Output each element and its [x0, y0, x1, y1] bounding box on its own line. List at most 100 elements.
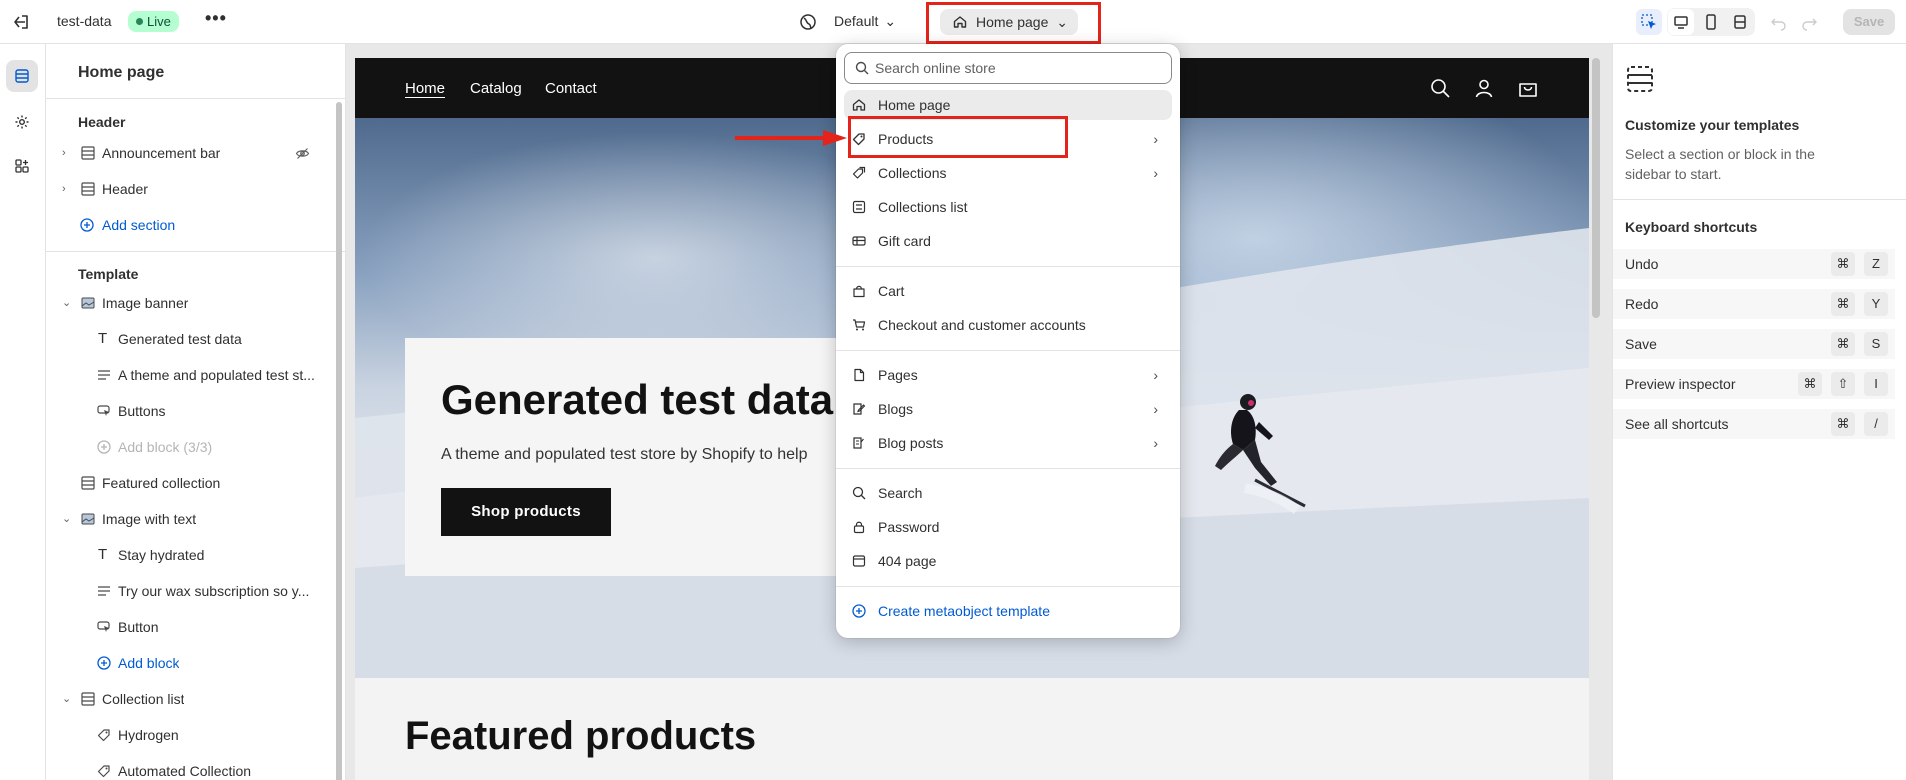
chevron-right-icon: › [1153, 367, 1158, 383]
section-icon [81, 476, 95, 490]
status-badge: Live [128, 11, 179, 32]
featured-collection-section: Featured products [355, 678, 1589, 780]
section-collection-list[interactable]: ⌄ Collection list [46, 684, 336, 714]
error-page-icon [852, 555, 866, 567]
section-header[interactable]: › Header [46, 174, 336, 204]
template-pages[interactable]: Pages › [844, 360, 1172, 390]
shortcuts-title: Keyboard shortcuts [1625, 219, 1758, 235]
shortcut-label: See all shortcuts [1625, 416, 1729, 432]
block-label: Stay hydrated [118, 547, 205, 563]
search-icon [855, 61, 869, 75]
key-cap: ⌘ [1831, 292, 1855, 316]
template-group-heading: Template [78, 266, 139, 282]
undo-icon [1771, 18, 1786, 31]
template-label: Password [878, 519, 940, 535]
section-image-with-text[interactable]: ⌄ Image with text [46, 504, 336, 534]
sections-tab[interactable] [6, 60, 38, 92]
store-nav-contact[interactable]: Contact [545, 80, 597, 97]
block-buttons[interactable]: Buttons [46, 396, 336, 426]
template-gift-card[interactable]: Gift card [844, 226, 1172, 256]
desktop-view-button[interactable] [1668, 9, 1694, 35]
app-embeds-tab[interactable] [6, 150, 38, 182]
template-cart[interactable]: Cart [844, 276, 1172, 306]
add-block-button[interactable]: Add block [46, 648, 336, 678]
key-cap: ⌘ [1798, 372, 1822, 396]
template-label: Search [878, 485, 923, 501]
sidebar-scrollbar[interactable] [336, 102, 342, 780]
block-text[interactable]: A theme and populated test st... [46, 360, 336, 390]
tag-icon [97, 729, 110, 742]
more-actions-button[interactable]: ••• [205, 8, 227, 29]
device-switcher [1667, 8, 1755, 36]
chevron-down-icon: ⌄ [884, 13, 897, 29]
section-label: Announcement bar [102, 145, 221, 161]
chevron-down-icon: ⌄ [62, 297, 72, 309]
annotation-arrow [735, 130, 847, 146]
block-label: Hydrogen [118, 727, 179, 743]
block-heading[interactable]: T Stay hydrated [46, 540, 336, 570]
block-label: A theme and populated test st... [118, 367, 315, 383]
section-label: Collection list [102, 691, 185, 707]
add-section-button[interactable]: Add section [46, 210, 336, 240]
block-heading[interactable]: T Generated test data [46, 324, 336, 354]
add-block-label: Add block [118, 655, 180, 671]
inspector-toggle-button[interactable] [1636, 9, 1662, 35]
template-checkout[interactable]: Checkout and customer accounts [844, 310, 1172, 340]
fullscreen-view-button[interactable] [1727, 9, 1753, 35]
save-button[interactable]: Save [1843, 9, 1895, 35]
template-icon [1627, 66, 1653, 92]
template-search[interactable]: Search [844, 478, 1172, 508]
theme-settings-tab[interactable] [6, 106, 38, 138]
shortcut-label: Redo [1625, 296, 1659, 312]
block-collection[interactable]: Automated Collection [46, 756, 336, 780]
store-name: test-data [57, 13, 112, 29]
lock-icon [853, 521, 865, 534]
block-text[interactable]: Try our wax subscription so y... [46, 576, 336, 606]
redo-button[interactable] [1796, 9, 1822, 35]
chevron-right-icon: › [1153, 131, 1158, 147]
paragraph-icon [98, 586, 110, 596]
plus-circle-icon [97, 656, 111, 670]
store-nav-home[interactable]: Home [405, 80, 445, 97]
search-input[interactable] [875, 58, 1165, 78]
mobile-view-button[interactable] [1698, 9, 1724, 35]
search-icon[interactable] [1429, 77, 1451, 99]
blog-icon [853, 403, 866, 415]
block-collection[interactable]: Hydrogen [46, 720, 336, 750]
desktop-icon [1674, 16, 1688, 29]
shortcut-label: Preview inspector [1625, 376, 1736, 392]
sections-sidebar: Home page Header › Announcement bar › He… [46, 44, 346, 780]
section-icon [81, 182, 95, 196]
section-featured-collection[interactable]: Featured collection [46, 468, 336, 498]
top-bar: test-data Live ••• Default⌄ Home page ⌄ [0, 0, 1906, 44]
template-label: 404 page [878, 553, 937, 569]
account-icon[interactable] [1473, 77, 1495, 99]
store-nav-catalog[interactable]: Catalog [470, 80, 522, 97]
search-icon [852, 486, 866, 500]
template-404-page[interactable]: 404 page [844, 546, 1172, 576]
eye-off-icon[interactable] [295, 146, 310, 161]
search-field[interactable] [844, 52, 1172, 84]
template-blogs[interactable]: Blogs › [844, 394, 1172, 424]
block-button[interactable]: Button [46, 612, 336, 642]
template-collections-list[interactable]: Collections list [844, 192, 1172, 222]
sidebar-title: Home page [78, 64, 165, 81]
template-blog-posts[interactable]: Blog posts › [844, 428, 1172, 458]
undo-button[interactable] [1766, 9, 1792, 35]
template-collections[interactable]: Collections › [844, 158, 1172, 188]
theme-select-label: Default [834, 13, 879, 29]
section-announcement-bar[interactable]: › Announcement bar [46, 138, 336, 168]
theme-select[interactable]: Default ⌄ [834, 13, 896, 30]
preview-scrollbar[interactable] [1592, 58, 1600, 318]
panel-description: Select a section or block in the sidebar… [1625, 146, 1815, 182]
divider [46, 98, 345, 99]
home-icon [852, 99, 866, 111]
exit-icon[interactable] [10, 11, 32, 33]
image-icon [81, 513, 95, 525]
section-image-banner[interactable]: ⌄ Image banner [46, 288, 336, 318]
cart-icon[interactable] [1517, 77, 1539, 99]
create-metaobject-template-link[interactable]: Create metaobject template [844, 596, 1172, 626]
template-password[interactable]: Password [844, 512, 1172, 542]
shortcut-row[interactable]: See all shortcuts ⌘ / [1613, 409, 1895, 439]
shop-products-button[interactable]: Shop products [441, 488, 611, 536]
